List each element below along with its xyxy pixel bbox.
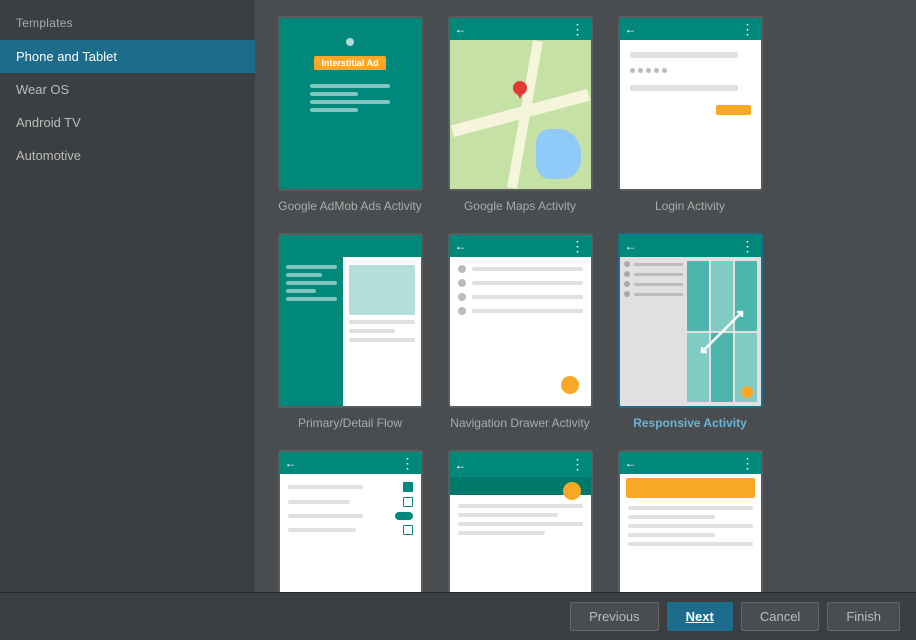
sidebar-header: Templates (0, 8, 255, 40)
template-fab[interactable]: ← ⋮ Fullscreen Activity (445, 450, 595, 592)
previous-button[interactable]: Previous (570, 602, 659, 631)
template-maps[interactable]: ← ⋮ Google Maps Activity (445, 16, 595, 213)
template-scrolling-thumb: ← ⋮ (618, 450, 763, 592)
finish-button[interactable]: Finish (827, 602, 900, 631)
template-admob[interactable]: Interstitial Ad Google AdMob Ads Activit… (275, 16, 425, 213)
cancel-button[interactable]: Cancel (741, 602, 819, 631)
resp-fab (741, 386, 753, 398)
template-settings[interactable]: ← ⋮ (275, 450, 425, 592)
template-login-thumb: ← ⋮ (618, 16, 763, 191)
sidebar-item-automotive[interactable]: Automotive (0, 139, 255, 172)
resp-menu-dots: ⋮ (741, 238, 756, 255)
template-responsive[interactable]: ← ⋮ (615, 233, 765, 430)
template-pd[interactable]: Primary/Detail Flow (275, 233, 425, 430)
fab-circle-button (563, 482, 581, 500)
nav-fab-button (561, 376, 579, 394)
resp-back-arrow: ← (625, 239, 637, 253)
sidebar-item-phone-tablet[interactable]: Phone and Tablet (0, 40, 255, 73)
settings-back-arrow: ← (285, 456, 297, 470)
scroll-menu-dots: ⋮ (741, 455, 756, 472)
maps-back-arrow: ← (455, 22, 467, 36)
template-login[interactable]: ← ⋮ (615, 16, 765, 213)
template-fab-thumb: ← ⋮ (448, 450, 593, 592)
nav-back-arrow: ← (455, 239, 467, 253)
settings-menu-dots: ⋮ (401, 455, 416, 472)
footer: Previous Next Cancel Finish (0, 592, 916, 640)
nav-menu-dots: ⋮ (571, 238, 586, 255)
sidebar-item-wear-os[interactable]: Wear OS (0, 73, 255, 106)
sidebar: Templates Phone and Tablet Wear OS Andro… (0, 0, 255, 592)
login-menu-dots: ⋮ (741, 21, 756, 38)
template-admob-label: Google AdMob Ads Activity (278, 199, 421, 213)
template-scrolling[interactable]: ← ⋮ Scrolling Activity (615, 450, 765, 592)
admob-badge-label: Interstitial Ad (314, 56, 385, 70)
maps-menu-dots: ⋮ (571, 21, 586, 38)
template-nav-drawer-thumb: ← ⋮ (448, 233, 593, 408)
template-responsive-label: Responsive Activity (633, 416, 747, 430)
main-container: Templates Phone and Tablet Wear OS Andro… (0, 0, 916, 592)
template-maps-label: Google Maps Activity (464, 199, 576, 213)
template-nav-drawer[interactable]: ← ⋮ (445, 233, 595, 430)
template-login-label: Login Activity (655, 199, 725, 213)
template-pd-label: Primary/Detail Flow (298, 416, 402, 430)
login-back-arrow: ← (625, 22, 637, 36)
template-responsive-thumb: ← ⋮ (618, 233, 763, 408)
template-maps-thumb: ← ⋮ (448, 16, 593, 191)
sidebar-item-android-tv[interactable]: Android TV (0, 106, 255, 139)
template-admob-thumb: Interstitial Ad (278, 16, 423, 191)
template-nav-drawer-label: Navigation Drawer Activity (450, 416, 589, 430)
scroll-back-arrow: ← (625, 456, 637, 470)
template-grid: Interstitial Ad Google AdMob Ads Activit… (255, 0, 916, 592)
template-settings-thumb: ← ⋮ (278, 450, 423, 592)
next-button[interactable]: Next (667, 602, 733, 631)
template-pd-thumb (278, 233, 423, 408)
